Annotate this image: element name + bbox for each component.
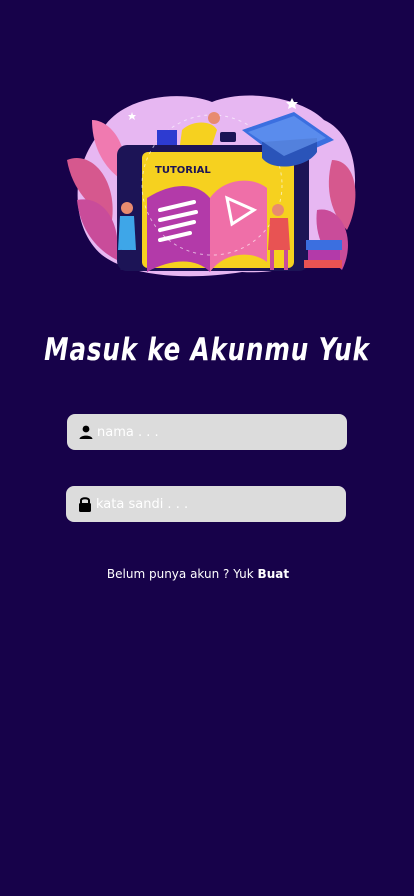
page-title: Masuk ke Akunmu Yuk: [44, 332, 370, 368]
signup-link[interactable]: Buat: [258, 567, 290, 581]
password-field[interactable]: [66, 486, 346, 522]
user-icon: [79, 425, 93, 439]
signup-prompt: Belum punya akun ? Yuk Buat: [0, 567, 396, 581]
name-field[interactable]: [67, 414, 347, 450]
signup-text: Belum punya akun ? Yuk: [106, 567, 258, 581]
lock-icon: [79, 497, 91, 512]
tutorial-board-label: TUTORIAL: [155, 165, 211, 176]
password-input[interactable]: [96, 486, 336, 522]
name-input[interactable]: [97, 414, 337, 450]
tutorial-illustration: TUTORIAL: [67, 95, 356, 277]
